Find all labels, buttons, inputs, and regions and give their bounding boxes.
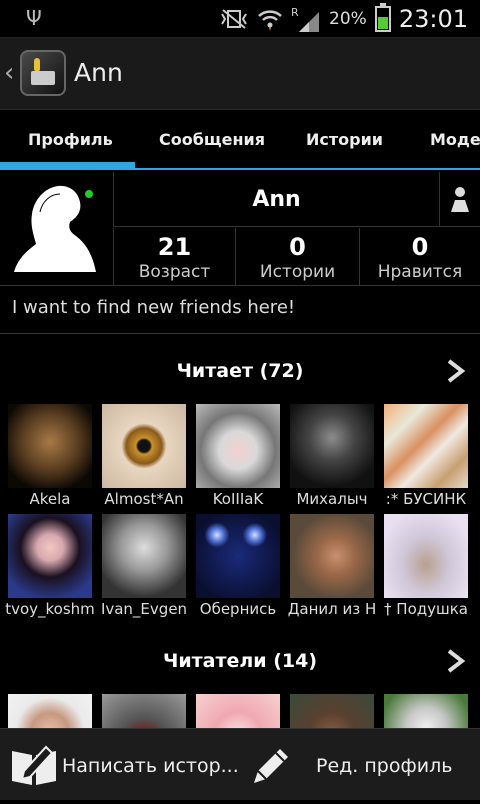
user-tile[interactable]: Ivan_Evgen: [101, 514, 187, 624]
stat-stories: 0 Истории: [235, 228, 359, 286]
usb-icon: Ψ: [26, 6, 42, 30]
user-name: Almost*An: [104, 490, 184, 508]
tab-indicator: [0, 162, 135, 168]
user-tile[interactable]: Данил из Н: [288, 514, 376, 624]
back-chevron-icon[interactable]: ‹: [4, 58, 14, 88]
followers-title: Читатели (14): [162, 650, 318, 672]
stat-stories-value: 0: [289, 233, 306, 261]
followers-header[interactable]: Читатели (14): [0, 632, 480, 692]
profile-header: Ann 21 Возраст 0 Истории 0 Нравится: [0, 172, 480, 286]
pencil-icon: [254, 749, 288, 783]
stat-likes-value: 0: [411, 233, 429, 261]
chevron-right-icon[interactable]: [446, 358, 466, 384]
profile-person-button[interactable]: [439, 172, 480, 227]
action-bar: ‹ Ann: [0, 38, 480, 110]
user-name: Ivan_Evgen: [100, 600, 188, 618]
signal-icon: R: [291, 6, 320, 32]
vibrate-icon: [221, 9, 247, 29]
avatar[interactable]: [0, 172, 113, 285]
profile-status-text: I want to find new friends here!: [0, 286, 480, 334]
edit-profile-button[interactable]: Ред. профиль: [240, 729, 480, 801]
user-photo: [384, 514, 468, 598]
stat-age: 21 Возраст: [113, 228, 235, 286]
user-name: KoIIIaK: [212, 490, 264, 508]
user-tile[interactable]: Almost*An: [102, 404, 186, 514]
user-photo: [102, 514, 186, 598]
svg-text:R: R: [291, 6, 299, 19]
chevron-right-icon[interactable]: [446, 648, 466, 674]
tab-moderation[interactable]: Модер: [430, 130, 480, 149]
user-name: Данил из Н: [287, 600, 377, 618]
following-title: Читает (72): [176, 360, 304, 382]
user-tile[interactable]: KoIIIaK: [196, 404, 280, 514]
book-pen-icon: [12, 745, 56, 785]
silhouette-icon: [14, 185, 96, 272]
stat-stories-label: Истории: [259, 262, 336, 282]
user-photo: [384, 404, 468, 488]
tab-stories[interactable]: Истории: [306, 130, 383, 149]
user-tile[interactable]: Обернись: [196, 514, 280, 624]
user-tile[interactable]: :* БУСИНК: [384, 404, 468, 514]
tab-messages[interactable]: Сообщения: [159, 130, 265, 149]
user-tile[interactable]: Михалыч: [290, 404, 374, 514]
user-name: Обернись: [199, 600, 277, 618]
user-photo: [196, 404, 280, 488]
user-name: Михалыч: [296, 490, 368, 508]
tab-profile[interactable]: Профиль: [28, 130, 113, 149]
user-photo: [290, 404, 374, 488]
stat-likes-label: Нравится: [377, 262, 463, 282]
page-title: Ann: [74, 58, 123, 87]
stat-age-value: 21: [157, 233, 192, 261]
status-bar: Ψ R 20% 23:01: [0, 0, 480, 38]
user-tile[interactable]: tvoy_koshm: [5, 514, 95, 624]
profile-name: Ann: [113, 172, 439, 227]
user-tile[interactable]: Akela: [8, 404, 92, 514]
write-story-label: Написать истор...: [62, 755, 239, 777]
app-logo-icon[interactable]: [20, 50, 66, 96]
user-name: :* БУСИНК: [385, 490, 467, 508]
tab-bar: Профиль Сообщения Истории Модер: [0, 110, 480, 170]
clock: 23:01: [398, 5, 468, 33]
online-indicator: [85, 190, 93, 198]
stat-age-label: Возраст: [138, 262, 211, 282]
user-photo: [196, 514, 280, 598]
user-photo: [102, 404, 186, 488]
user-photo: [290, 514, 374, 598]
edit-profile-label: Ред. профиль: [316, 755, 453, 777]
user-photo: [8, 514, 92, 598]
following-header[interactable]: Читает (72): [0, 342, 480, 402]
user-photo: [8, 404, 92, 488]
battery-percent: 20%: [329, 9, 367, 29]
bottom-action-bar: Написать истор... Ред. профиль: [0, 728, 480, 800]
battery-icon: [374, 3, 391, 32]
user-tile[interactable]: † Подушка: [384, 514, 468, 624]
user-name: Akela: [29, 490, 71, 508]
stat-likes: 0 Нравится: [359, 228, 480, 286]
wifi-icon: [258, 10, 282, 31]
user-name: tvoy_koshm: [5, 600, 95, 618]
write-story-button[interactable]: Написать истор...: [0, 729, 240, 801]
user-name: † Подушка: [384, 600, 468, 618]
person-icon: [451, 187, 469, 212]
